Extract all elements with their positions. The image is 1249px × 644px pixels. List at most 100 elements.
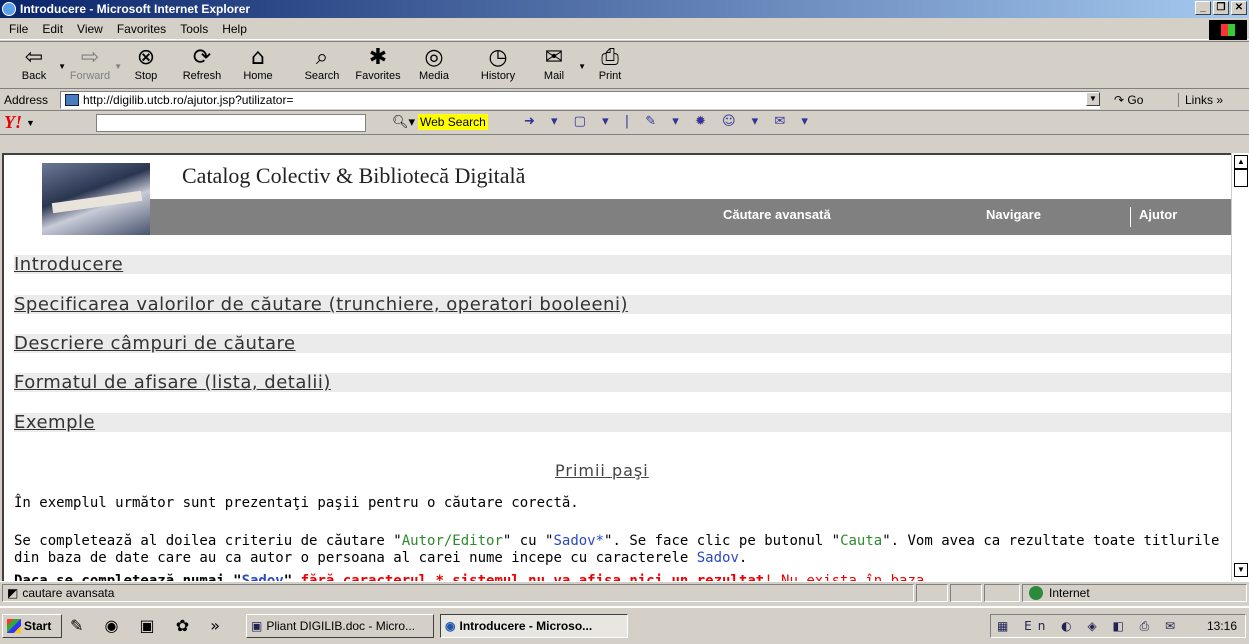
toc-link-specificare[interactable]: Specificarea valorilor de căutare (trunc… xyxy=(14,295,1231,314)
toc-link-format[interactable]: Formatul de afisare (lista, detalii) xyxy=(14,373,1231,392)
toolbar-button-label: Forward xyxy=(69,70,111,82)
yahoo-dropdown-icon[interactable]: ▼ xyxy=(26,118,35,128)
menu-file[interactable]: File xyxy=(9,22,28,36)
toolbar-button-label: Refresh xyxy=(182,70,222,82)
status-cell xyxy=(916,584,948,602)
yahoo-toolbar: Y! ▼ 🔍︎▾ Web Search ➜ ▾ ▢ ▾ | ✎ ▾ ✹ ☺ ▾ … xyxy=(0,111,1249,135)
address-dropdown-button[interactable]: ▼ xyxy=(1086,92,1100,106)
magnifier-icon[interactable]: 🔍︎▾ xyxy=(392,114,415,130)
menu-bar: File Edit View Favorites Tools Help xyxy=(0,18,1249,40)
restore-button[interactable]: ❐ xyxy=(1213,1,1229,15)
media-button[interactable]: ◎ Media xyxy=(406,42,462,83)
go-label: Go xyxy=(1127,93,1144,107)
menu-favorites[interactable]: Favorites xyxy=(117,22,166,36)
forward-button[interactable]: ⇨ Forward ▼ xyxy=(62,42,122,83)
yahoo-search-input[interactable] xyxy=(96,114,366,132)
yahoo-logo-icon[interactable]: Y! xyxy=(4,112,22,133)
web-search-button[interactable]: Web Search xyxy=(418,114,488,130)
status-cell xyxy=(984,584,1020,602)
taskbar: Start ✎ ◉ ▣ ✿ » ▣ Pliant DIGILIB.doc - Mi… xyxy=(0,606,1249,644)
p2-text-e: . xyxy=(738,550,748,566)
tray-icons[interactable]: ▦ En ◐ ◈ ◧ ⎙ ✉ xyxy=(991,619,1181,634)
home-button[interactable]: ⌂ Home xyxy=(230,42,286,83)
yahoo-toolbar-icons[interactable]: ➜ ▾ ▢ ▾ | ✎ ▾ ✹ ☺ ▾ ✉ ▾ xyxy=(524,114,814,129)
favorites-icon: ✱ xyxy=(368,45,388,70)
start-button[interactable]: Start xyxy=(2,614,62,638)
standard-toolbar: ⇦ Back ▼ ⇨ Forward ▼ ⊗ Stop ⟳ Refresh ⌂ Home ⌕ Search… xyxy=(0,41,1249,89)
status-cell xyxy=(950,584,982,602)
nav-advanced-search[interactable]: Căutare avansată xyxy=(723,207,831,222)
toc-link-exemple[interactable]: Exemple xyxy=(14,413,1231,432)
status-message: ◩ cautare avansata xyxy=(2,584,914,602)
zone-indicator: Internet xyxy=(1022,584,1247,602)
nav-help[interactable]: Ajutor xyxy=(1130,207,1177,227)
windows-flag-icon xyxy=(7,619,21,633)
p3-text-b: " xyxy=(283,573,301,581)
stop-button[interactable]: ⊗ Stop xyxy=(118,42,174,83)
scroll-down-arrow-icon[interactable]: ▼ xyxy=(1234,563,1248,577)
menu-view[interactable]: View xyxy=(77,22,103,36)
close-button[interactable]: ✕ xyxy=(1231,1,1247,15)
back-arrow-icon: ⇦ xyxy=(24,45,44,70)
print-button[interactable]: ⎙ Print xyxy=(582,42,638,83)
task-internet-explorer[interactable]: ◉ Introducere - Microso... xyxy=(440,614,628,638)
menu-tools[interactable]: Tools xyxy=(180,22,208,36)
scroll-up-arrow-icon[interactable]: ▲ xyxy=(1234,155,1248,169)
task-label: Pliant DIGILIB.doc - Micro... xyxy=(266,619,416,633)
books-photo xyxy=(42,163,150,235)
section-title[interactable]: Primii paşi xyxy=(555,461,649,480)
back-button[interactable]: ⇦ Back ▼ xyxy=(6,42,66,83)
warning-paragraph: Daca se completează numai "Sadov" fără c… xyxy=(14,573,1231,581)
minimize-button[interactable]: _ xyxy=(1195,1,1211,15)
address-input[interactable]: http://digilib.utcb.ro/ajutor.jsp?utiliz… xyxy=(60,91,1100,109)
menu-edit[interactable]: Edit xyxy=(42,22,63,36)
home-icon: ⌂ xyxy=(251,45,265,70)
search-button[interactable]: ⌕ Search xyxy=(294,42,350,83)
title-bar: Introducere - Microsoft Internet Explore… xyxy=(0,0,1249,18)
page-content: Catalog Colectiv & Bibliotecă Digitală C… xyxy=(2,153,1231,581)
favorites-button[interactable]: ✱ Favorites xyxy=(350,42,406,83)
mail-button[interactable]: ✉ Mail ▼ xyxy=(526,42,586,83)
links-button[interactable]: Links » xyxy=(1178,93,1223,107)
history-icon: ◷ xyxy=(488,45,508,70)
start-label: Start xyxy=(24,619,52,633)
media-icon: ◎ xyxy=(424,45,444,70)
address-label: Address xyxy=(4,92,49,107)
scroll-thumb[interactable] xyxy=(1234,169,1248,187)
mail-icon: ✉ xyxy=(544,45,564,70)
address-url: http://digilib.utcb.ro/ajutor.jsp?utiliz… xyxy=(83,93,294,107)
p2-sadov2: Sadov xyxy=(696,550,739,566)
toc-link-introducere[interactable]: Introducere xyxy=(14,255,1231,274)
word-icon: ▣ xyxy=(251,619,263,633)
ie-logo-icon xyxy=(2,2,16,16)
menu-help[interactable]: Help xyxy=(222,22,247,36)
p2-text-c: ". Se face clic pe butonul " xyxy=(604,533,841,549)
p3-text-c: ! Nu exista în baza xyxy=(764,573,925,581)
zone-label: Internet xyxy=(1049,586,1090,600)
example-paragraph: Se completează al doilea criteriu de cău… xyxy=(14,533,1231,567)
toolbar-button-label: Home xyxy=(243,70,273,82)
p2-sadov: Sadov* xyxy=(553,533,605,549)
go-button[interactable]: ↷ Go xyxy=(1114,93,1143,107)
refresh-icon: ⟳ xyxy=(192,45,212,70)
history-button[interactable]: ◷ History xyxy=(470,42,526,83)
nav-browse[interactable]: Navigare xyxy=(986,207,1041,222)
p3-sadov: Sadov xyxy=(241,573,284,581)
toolbar-button-label: Search xyxy=(304,70,340,82)
refresh-button[interactable]: ⟳ Refresh xyxy=(174,42,230,83)
toolbar-button-label: Favorites xyxy=(355,70,401,82)
clock[interactable]: 13:16 xyxy=(1207,619,1237,633)
toolbar-button-label: Mail xyxy=(543,70,565,82)
search-icon: ⌕ xyxy=(315,45,329,70)
windows-logo-icon xyxy=(1209,20,1247,40)
task-word-document[interactable]: ▣ Pliant DIGILIB.doc - Micro... xyxy=(246,614,434,638)
page-icon xyxy=(65,94,79,106)
forward-arrow-icon: ⇨ xyxy=(80,45,100,70)
p2-autor: Autor/Editor xyxy=(401,533,503,549)
quick-launch-icons[interactable]: ✎ ◉ ▣ ✿ » xyxy=(70,616,228,635)
address-bar: Address http://digilib.utcb.ro/ajutor.js… xyxy=(0,89,1249,111)
toc-link-descriere[interactable]: Descriere câmpuri de căutare xyxy=(14,334,1231,353)
vertical-scrollbar[interactable]: ▲ ▼ xyxy=(1231,153,1249,581)
page-status-icon: ◩ xyxy=(7,586,19,600)
p2-text-a: Se completează al doilea criteriu de cău… xyxy=(14,533,402,549)
